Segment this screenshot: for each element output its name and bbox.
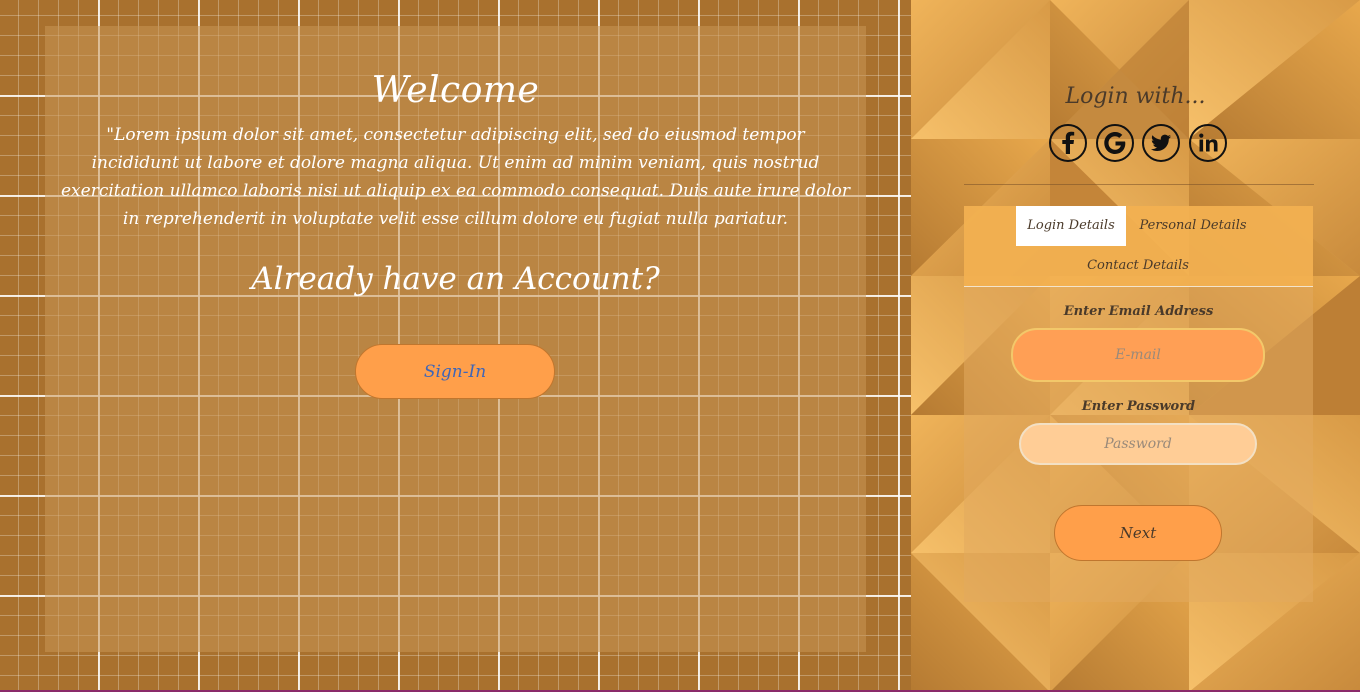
google-icon[interactable]: [1095, 123, 1135, 163]
twitter-icon[interactable]: [1141, 123, 1181, 163]
login-form-card: Login Details Personal Details Contact D…: [964, 206, 1313, 602]
tab-login-details[interactable]: Login Details: [1016, 206, 1126, 246]
tab-personal-details[interactable]: Personal Details: [1136, 206, 1250, 246]
email-label: Enter Email Address: [1063, 304, 1214, 319]
facebook-icon[interactable]: [1048, 123, 1088, 163]
login-with-heading: Login with...: [1065, 84, 1206, 109]
tab-contact-details[interactable]: Contact Details: [1082, 246, 1194, 286]
password-field[interactable]: [1019, 423, 1257, 465]
account-question: Already have an Account?: [251, 261, 660, 297]
email-field[interactable]: [1011, 328, 1265, 382]
password-label: Enter Password: [1081, 399, 1196, 414]
linkedin-icon[interactable]: [1188, 123, 1228, 163]
divider: [964, 184, 1314, 185]
sign-in-button[interactable]: Sign-In: [355, 344, 555, 399]
welcome-text: "Lorem ipsum dolor sit amet, consectetur…: [61, 125, 850, 229]
welcome-title: Welcome: [371, 70, 540, 111]
welcome-card: Welcome "Lorem ipsum dolor sit amet, con…: [45, 26, 866, 652]
tab-bar: Login Details Personal Details Contact D…: [964, 206, 1313, 287]
grid-background-panel: Welcome "Lorem ipsum dolor sit amet, con…: [0, 0, 911, 692]
login-panel: Login with... Login Details Personal Det…: [911, 0, 1360, 692]
next-button[interactable]: Next: [1054, 505, 1222, 561]
